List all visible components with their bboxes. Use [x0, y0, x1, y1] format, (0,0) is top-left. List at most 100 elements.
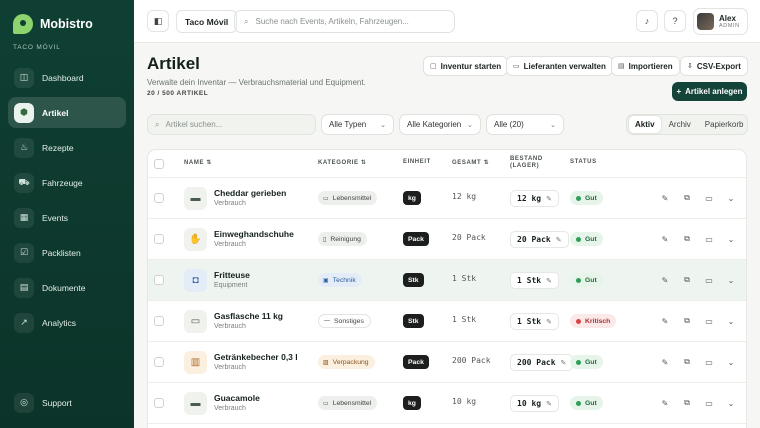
select-all-checkbox[interactable]: [154, 159, 164, 169]
stock-edit[interactable]: 20 Pack ✎: [510, 231, 569, 248]
status-badge: Gut: [570, 273, 603, 287]
stock-edit[interactable]: 1 Stk ✎: [510, 272, 559, 289]
chevron-down-icon[interactable]: ⌄: [724, 355, 738, 369]
total-value: 12 kg: [452, 192, 477, 201]
duplicate-icon[interactable]: ⧉: [680, 355, 694, 369]
column-stock: BESTAND (LAGER): [510, 156, 543, 170]
table-row[interactable]: ▥ Getränkebecher 0,3 l Verbrauch ▧ Verpac…: [148, 342, 746, 383]
tab-archiv[interactable]: Archiv: [663, 116, 697, 133]
duplicate-icon[interactable]: ⧉: [680, 191, 694, 205]
manage-suppliers-button[interactable]: ▭ Lieferanten verwalten: [506, 56, 613, 76]
global-search-input[interactable]: ⌕ Suche nach Events, Artikeln, Fahrzeuge…: [234, 10, 455, 33]
item-name: Getränkebecher 0,3 l: [214, 352, 298, 362]
archive-icon[interactable]: ▭: [702, 273, 716, 287]
stock-value: 1 Stk: [517, 276, 542, 285]
sidebar-item-fahrzeuge[interactable]: ⛟ Fahrzeuge: [8, 167, 126, 198]
duplicate-icon[interactable]: ⧉: [680, 396, 694, 410]
chevron-down-icon[interactable]: ⌄: [724, 273, 738, 287]
chevron-down-icon[interactable]: ⌄: [724, 191, 738, 205]
duplicate-icon[interactable]: ⧉: [680, 273, 694, 287]
sidebar-item-dokumente[interactable]: ▤ Dokumente: [8, 272, 126, 303]
stock-edit[interactable]: 12 kg ✎: [510, 190, 559, 207]
chevron-down-icon[interactable]: ⌄: [724, 232, 738, 246]
article-search-input[interactable]: ⌕ Artikel suchen...: [147, 114, 316, 135]
table-row[interactable]: ▬ Guacamole Verbrauch ▭ Lebensmittel kg 1…: [148, 383, 746, 424]
row-checkbox[interactable]: [154, 193, 164, 203]
tab-aktiv[interactable]: Aktiv: [629, 116, 661, 133]
stock-edit[interactable]: 200 Pack ✎: [510, 354, 574, 371]
toggle-sidebar-button[interactable]: ◧: [147, 10, 169, 32]
duplicate-icon[interactable]: ⧉: [680, 314, 694, 328]
unit-badge: Pack: [403, 355, 429, 369]
sidebar-item-artikel[interactable]: ⬢ Artikel: [8, 97, 126, 128]
brand[interactable]: Mobistro: [13, 14, 93, 34]
edit-icon[interactable]: ✎: [658, 355, 672, 369]
status-dot: [576, 277, 581, 283]
archive-icon[interactable]: ▭: [702, 191, 716, 205]
create-article-button[interactable]: + Artikel anlegen: [672, 82, 747, 101]
archive-icon[interactable]: ▭: [702, 396, 716, 410]
column-stock-label: BESTAND: [510, 156, 543, 162]
edit-icon[interactable]: ✎: [658, 314, 672, 328]
archive-icon[interactable]: ▭: [702, 355, 716, 369]
item-name: Guacamole: [214, 393, 260, 403]
sort-icon: ⇅: [483, 160, 490, 166]
help-button[interactable]: ?: [664, 10, 686, 32]
sidebar-item-rezepte[interactable]: ♨ Rezepte: [8, 132, 126, 163]
row-checkbox[interactable]: [154, 357, 164, 367]
status-label: Gut: [585, 194, 597, 202]
type-filter-select[interactable]: Alle Typen ⌄: [321, 114, 394, 135]
export-icon: ⇩: [687, 63, 693, 70]
import-button[interactable]: ▤ Importieren: [611, 56, 680, 76]
table-row[interactable]: ▬ Cheddar gerieben Verbrauch ▭ Lebensmitt…: [148, 178, 746, 219]
chevron-down-icon: ⌄: [467, 121, 473, 129]
chevron-down-icon[interactable]: ⌄: [724, 314, 738, 328]
user-menu[interactable]: Alex ADMIN: [693, 8, 748, 35]
column-name-label: NAME: [184, 160, 205, 166]
status-label: Gut: [585, 358, 597, 366]
stock-edit[interactable]: 1 Stk ✎: [510, 313, 559, 330]
table-row[interactable]: ◘ Fritteuse Equipment ▣ Technik Stk 1 Stk…: [148, 260, 746, 301]
tab-papierkorb[interactable]: Papierkorb: [699, 116, 750, 133]
edit-icon[interactable]: ✎: [658, 273, 672, 287]
item-type: Verbrauch: [214, 323, 246, 330]
sidebar-item-analytics[interactable]: ↗ Analytics: [8, 307, 126, 338]
item-name: Gasflasche 11 kg: [214, 311, 283, 321]
column-name[interactable]: NAME ⇅: [184, 159, 212, 166]
edit-icon[interactable]: ✎: [658, 191, 672, 205]
row-checkbox[interactable]: [154, 275, 164, 285]
sidebar-item-label: Events: [42, 212, 68, 223]
edit-icon[interactable]: ✎: [658, 396, 672, 410]
stock-edit[interactable]: 10 kg ✎: [510, 395, 559, 412]
manage-suppliers-label: Lieferanten verwalten: [523, 61, 606, 71]
type-filter-value: Alle Typen: [329, 120, 367, 129]
row-checkbox[interactable]: [154, 398, 164, 408]
count-filter-select[interactable]: Alle (20) ⌄: [486, 114, 564, 135]
chevron-down-icon[interactable]: ⌄: [724, 396, 738, 410]
archive-icon[interactable]: ▭: [702, 314, 716, 328]
table-row[interactable]: ▭ Gasflasche 11 kg Verbrauch — Sonstiges …: [148, 301, 746, 342]
sidebar-item-support[interactable]: ◎ Support: [8, 387, 126, 418]
sidebar-item-dashboard[interactable]: ◫ Dashboard: [8, 62, 126, 93]
start-inventory-button[interactable]: ▢ Inventur starten: [423, 56, 509, 76]
row-checkbox[interactable]: [154, 234, 164, 244]
cleaning-icon: ▯: [323, 236, 327, 243]
sidebar-item-packlisten[interactable]: ☑ Packlisten: [8, 237, 126, 268]
notifications-button[interactable]: ♪: [636, 10, 658, 32]
row-checkbox[interactable]: [154, 316, 164, 326]
sidebar-item-events[interactable]: ▦ Events: [8, 202, 126, 233]
duplicate-icon[interactable]: ⧉: [680, 232, 694, 246]
edit-icon[interactable]: ✎: [658, 232, 672, 246]
column-total[interactable]: GESAMT ⇅: [452, 159, 489, 166]
column-category[interactable]: KATEGORIE ⇅: [318, 159, 367, 166]
csv-export-button[interactable]: ⇩ CSV-Export: [680, 56, 748, 76]
sidebar: Mobistro TACO MÓVIL ◫ Dashboard ⬢ Artike…: [0, 0, 134, 428]
archive-icon[interactable]: ▭: [702, 232, 716, 246]
status-label: Gut: [585, 235, 597, 243]
food-icon: ▭: [323, 195, 329, 202]
category-filter-select[interactable]: Alle Kategorien ⌄: [399, 114, 481, 135]
table-row[interactable]: ✋ Einweghandschuhe Verbrauch ▯ Reinigung …: [148, 219, 746, 260]
stock-value: 12 kg: [517, 194, 542, 203]
tenant-switcher[interactable]: Taco Móvil: [176, 10, 238, 33]
category-label: Sonstiges: [334, 317, 364, 325]
